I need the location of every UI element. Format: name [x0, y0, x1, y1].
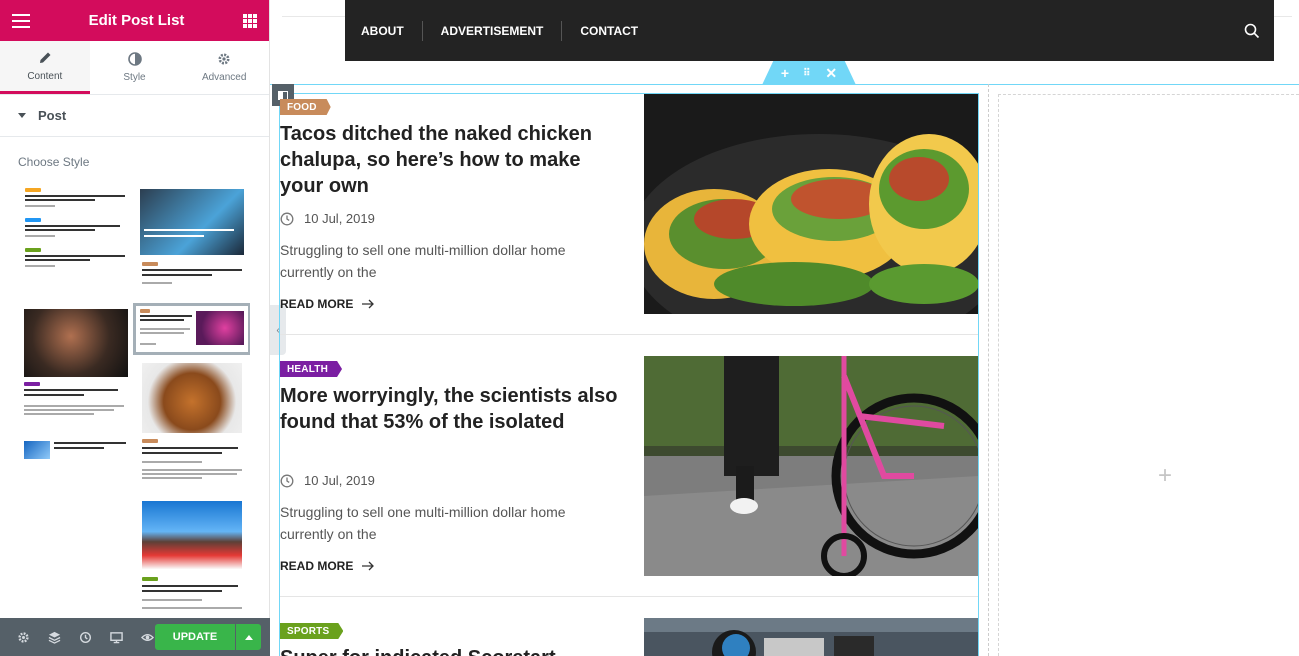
post-date: 10 Jul, 2019 [280, 473, 375, 488]
style-option-3[interactable] [22, 309, 130, 459]
post-image-sports[interactable] [644, 618, 978, 656]
post-item: SPORTS Super for indicated Scoretart [280, 618, 978, 656]
post-date-text: 10 Jul, 2019 [304, 473, 375, 488]
bicycle-photo [644, 356, 978, 576]
close-icon[interactable]: ✕ [825, 65, 837, 82]
section-post-toggle[interactable]: Post [0, 95, 269, 137]
responsive-icon[interactable] [101, 618, 132, 656]
tab-content-label: Content [27, 70, 63, 82]
tab-style[interactable]: Style [90, 41, 180, 94]
nav-item-contact[interactable]: CONTACT [580, 21, 656, 41]
panel-tabs: Content Style Advanced [0, 41, 269, 95]
read-more-label: READ MORE [280, 559, 354, 573]
post-date: 10 Jul, 2019 [280, 211, 375, 226]
column-divider [988, 84, 989, 656]
history-icon[interactable] [70, 618, 101, 656]
style-option-4-selected[interactable] [133, 303, 250, 355]
empty-column[interactable] [998, 94, 1299, 656]
contrast-icon [127, 52, 142, 66]
arrow-right-icon [362, 299, 375, 309]
top-nav: ABOUT ADVERTISEMENT CONTACT [345, 0, 1274, 61]
choose-style-label: Choose Style [18, 155, 90, 169]
panel-footer: UPDATE [0, 618, 270, 656]
tacos-photo [644, 94, 978, 314]
style-option-5[interactable] [140, 363, 244, 491]
editor-panel: Edit Post List Content Style Advanced Po… [0, 0, 270, 656]
style-option-6[interactable] [140, 501, 244, 617]
caret-up-icon [244, 634, 253, 640]
section-handle[interactable]: + ⠿ ✕ [762, 61, 856, 85]
tab-advanced-label: Advanced [201, 72, 247, 83]
nav-item-advertisement[interactable]: ADVERTISEMENT [441, 20, 563, 41]
panel-title: Edit Post List [88, 12, 185, 29]
update-button[interactable]: UPDATE [155, 624, 235, 650]
clock-icon [280, 212, 294, 225]
editor-root: Edit Post List Content Style Advanced Po… [0, 0, 1299, 656]
read-more-link[interactable]: READ MORE [280, 297, 375, 311]
add-widget-icon[interactable]: + [1158, 462, 1172, 490]
post-item: FOOD Tacos ditched the naked chicken cha… [280, 94, 978, 334]
menu-icon[interactable] [12, 13, 30, 28]
post-divider [280, 334, 978, 335]
add-section-icon[interactable]: + [781, 65, 789, 81]
post-category-badge[interactable]: FOOD [280, 99, 331, 115]
post-date-text: 10 Jul, 2019 [304, 211, 375, 226]
post-category-badge[interactable]: SPORTS [280, 623, 344, 639]
style-thumbnails [22, 185, 250, 617]
read-more-label: READ MORE [280, 297, 354, 311]
style-option-1[interactable] [22, 185, 130, 285]
settings-icon[interactable] [8, 618, 39, 656]
gear-icon [218, 53, 230, 65]
update-options-button[interactable] [236, 624, 261, 650]
read-more-link[interactable]: READ MORE [280, 559, 375, 573]
post-divider [280, 596, 978, 597]
post-title[interactable]: Super for indicated Scoretart [280, 645, 640, 656]
post-image-tacos[interactable] [644, 94, 978, 314]
caret-down-icon [18, 113, 26, 118]
drag-handle-icon[interactable]: ⠿ [803, 68, 811, 79]
sports-photo [644, 618, 978, 656]
arrow-right-icon [362, 561, 375, 571]
post-category-badge[interactable]: HEALTH [280, 361, 343, 377]
nav-item-about[interactable]: ABOUT [361, 20, 423, 41]
style-option-2[interactable] [140, 185, 244, 293]
post-excerpt: Struggling to sell one multi-million dol… [280, 242, 566, 280]
pencil-icon [39, 52, 51, 63]
layers-icon[interactable] [39, 618, 70, 656]
tab-content[interactable]: Content [0, 41, 90, 94]
panel-header: Edit Post List [0, 0, 269, 41]
post-title[interactable]: More worryingly, the scientists also fou… [280, 383, 620, 435]
post-image-bicycle[interactable] [644, 356, 978, 576]
post-item: HEALTH More worryingly, the scientists a… [280, 356, 978, 596]
tab-advanced[interactable]: Advanced [179, 41, 269, 94]
post-title[interactable]: Tacos ditched the naked chicken chalupa,… [280, 121, 620, 199]
search-icon[interactable] [1244, 23, 1260, 39]
section-title: Post [38, 108, 67, 123]
tab-style-label: Style [123, 72, 146, 83]
post-excerpt: Struggling to sell one multi-million dol… [280, 504, 566, 542]
clock-icon [280, 474, 294, 487]
widgets-grid-icon[interactable] [243, 13, 257, 28]
